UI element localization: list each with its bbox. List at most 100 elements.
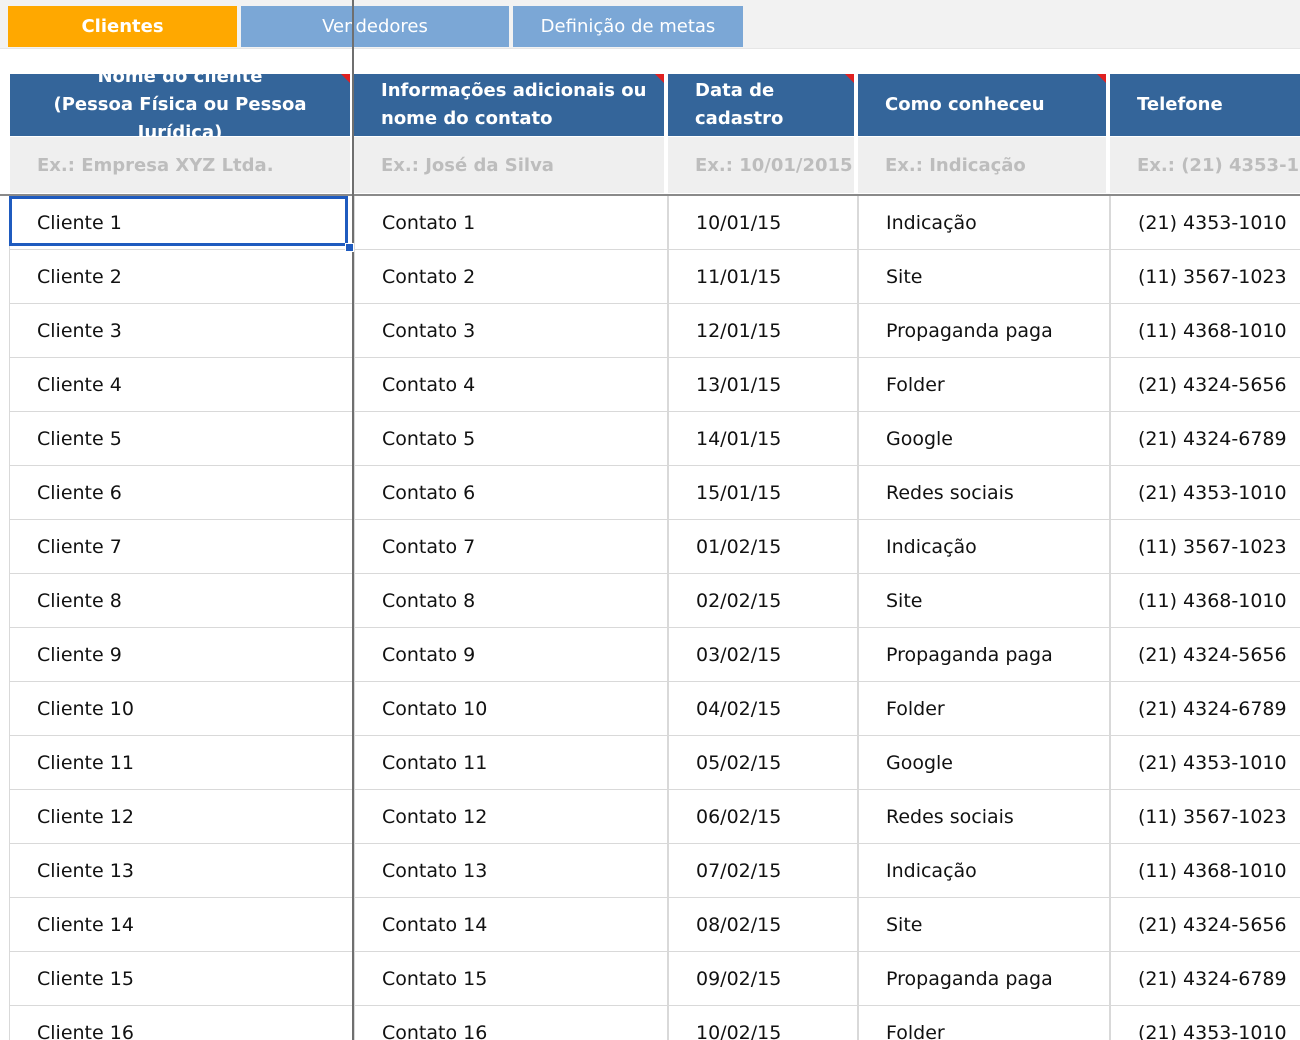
table-cell[interactable]: Propaganda paga [857, 304, 1111, 358]
table-cell[interactable]: 14/01/15 [667, 412, 859, 466]
table-cell[interactable]: Indicação [857, 520, 1111, 574]
table-cell[interactable]: 09/02/15 [667, 952, 859, 1006]
table-cell[interactable]: Contato 1 [354, 196, 668, 250]
header-label: Telefone [1137, 94, 1223, 115]
table-cell[interactable]: (11) 4368-1010 [1109, 304, 1300, 358]
table-cell[interactable]: (11) 3567-1023 [1109, 250, 1300, 304]
table-cell[interactable]: Contato 13 [354, 844, 668, 898]
table-cell[interactable]: Cliente 16 [9, 1006, 353, 1040]
example-cell[interactable]: Ex.: (21) 4353-1010 [1110, 137, 1300, 193]
comment-marker-icon[interactable] [1097, 74, 1106, 83]
table-cell[interactable]: Contato 9 [354, 628, 668, 682]
table-cell[interactable]: Cliente 14 [9, 898, 353, 952]
column-header-nome-do-cliente[interactable]: Nome do cliente (Pessoa Física ou Pessoa… [10, 66, 350, 143]
table-cell[interactable]: 08/02/15 [667, 898, 859, 952]
table-cell[interactable]: Cliente 15 [9, 952, 353, 1006]
table-cell[interactable]: 15/01/15 [667, 466, 859, 520]
example-cell[interactable]: Ex.: 10/01/2015 [668, 137, 854, 193]
table-cell[interactable]: (21) 4324-5656 [1109, 628, 1300, 682]
table-cell[interactable]: Cliente 13 [9, 844, 353, 898]
header-line: Nome do cliente [97, 66, 263, 87]
table-cell[interactable]: Cliente 12 [9, 790, 353, 844]
table-cell[interactable]: (21) 4324-6789 [1109, 952, 1300, 1006]
table-cell[interactable]: Propaganda paga [857, 952, 1111, 1006]
table-cell[interactable]: Cliente 11 [9, 736, 353, 790]
table-cell[interactable]: Folder [857, 682, 1111, 736]
table-cell[interactable]: Site [857, 250, 1111, 304]
table-cell[interactable]: (21) 4324-5656 [1109, 358, 1300, 412]
table-cell[interactable]: Contato 12 [354, 790, 668, 844]
comment-marker-icon[interactable] [341, 74, 350, 83]
table-cell[interactable]: (21) 4353-1010 [1109, 466, 1300, 520]
table-cell[interactable]: 05/02/15 [667, 736, 859, 790]
table-cell[interactable]: (11) 3567-1023 [1109, 790, 1300, 844]
column-header-telefone[interactable]: Telefone [1110, 74, 1300, 136]
table-cell[interactable]: (21) 4353-1010 [1109, 1006, 1300, 1040]
table-cell[interactable]: Indicação [857, 196, 1111, 250]
table-row: Cliente 1 Contato 1 10/01/15 Indicação (21) … [0, 196, 1300, 250]
table-cell[interactable]: Contato 6 [354, 466, 668, 520]
table-cell[interactable]: Contato 5 [354, 412, 668, 466]
table-cell[interactable]: 02/02/15 [667, 574, 859, 628]
table-cell[interactable]: (21) 4324-5656 [1109, 898, 1300, 952]
table-cell[interactable]: Contato 8 [354, 574, 668, 628]
table-cell[interactable]: Contato 14 [354, 898, 668, 952]
table-cell[interactable]: Cliente 8 [9, 574, 353, 628]
table-cell[interactable]: 10/02/15 [667, 1006, 859, 1040]
table-cell[interactable]: Contato 16 [354, 1006, 668, 1040]
example-cell[interactable]: Ex.: Indicação [858, 137, 1106, 193]
comment-marker-icon[interactable] [845, 74, 854, 83]
table-cell[interactable]: 13/01/15 [667, 358, 859, 412]
table-cell[interactable]: Google [857, 736, 1111, 790]
table-cell[interactable]: Contato 4 [354, 358, 668, 412]
table-cell[interactable]: 06/02/15 [667, 790, 859, 844]
table-cell[interactable]: Contato 3 [354, 304, 668, 358]
table-cell[interactable]: (21) 4324-6789 [1109, 412, 1300, 466]
table-cell[interactable]: 10/01/15 [667, 196, 859, 250]
table-cell[interactable]: Folder [857, 358, 1111, 412]
table-cell[interactable]: Contato 11 [354, 736, 668, 790]
table-cell[interactable]: (21) 4353-1010 [1109, 736, 1300, 790]
table-cell[interactable]: 12/01/15 [667, 304, 859, 358]
table-cell[interactable]: Indicação [857, 844, 1111, 898]
table-cell[interactable]: Cliente 1 [9, 196, 353, 250]
table-cell[interactable]: Cliente 3 [9, 304, 353, 358]
table-cell[interactable]: Contato 2 [354, 250, 668, 304]
column-header-informacoes-adicionais[interactable]: Informações adicionais ou nome do contat… [354, 74, 664, 136]
table-cell[interactable]: Cliente 10 [9, 682, 353, 736]
table-cell[interactable]: Redes sociais [857, 466, 1111, 520]
table-cell[interactable]: Cliente 9 [9, 628, 353, 682]
table-cell[interactable]: Site [857, 574, 1111, 628]
table-cell[interactable]: Cliente 5 [9, 412, 353, 466]
table-cell[interactable]: Redes sociais [857, 790, 1111, 844]
table-cell[interactable]: (11) 3567-1023 [1109, 520, 1300, 574]
tab-clientes[interactable]: Clientes [8, 6, 237, 47]
column-header-data-de-cadastro[interactable]: Data de cadastro [668, 74, 854, 136]
example-cell[interactable]: Ex.: José da Silva [354, 137, 664, 193]
table-cell[interactable]: Contato 10 [354, 682, 668, 736]
table-cell[interactable]: Contato 7 [354, 520, 668, 574]
comment-marker-icon[interactable] [655, 74, 664, 83]
table-cell[interactable]: Cliente 6 [9, 466, 353, 520]
table-cell[interactable]: 07/02/15 [667, 844, 859, 898]
column-header-como-conheceu[interactable]: Como conheceu [858, 74, 1106, 136]
table-cell[interactable]: Cliente 2 [9, 250, 353, 304]
table-cell[interactable]: Cliente 4 [9, 358, 353, 412]
table-cell[interactable]: (21) 4324-6789 [1109, 682, 1300, 736]
table-cell[interactable]: Propaganda paga [857, 628, 1111, 682]
table-cell[interactable]: (21) 4353-1010 [1109, 196, 1300, 250]
table-cell[interactable]: Folder [857, 1006, 1111, 1040]
table-cell[interactable]: Contato 15 [354, 952, 668, 1006]
table-cell[interactable]: (11) 4368-1010 [1109, 844, 1300, 898]
tab-definicao-de-metas[interactable]: Definição de metas [513, 6, 743, 47]
table-cell[interactable]: (11) 4368-1010 [1109, 574, 1300, 628]
table-cell[interactable]: 01/02/15 [667, 520, 859, 574]
table-cell[interactable]: 04/02/15 [667, 682, 859, 736]
table-cell[interactable]: 11/01/15 [667, 250, 859, 304]
table-cell[interactable]: Site [857, 898, 1111, 952]
table-cell[interactable]: Cliente 7 [9, 520, 353, 574]
tab-vendedores[interactable]: Vendedores [241, 6, 509, 47]
table-cell[interactable]: 03/02/15 [667, 628, 859, 682]
example-cell[interactable]: Ex.: Empresa XYZ Ltda. [10, 137, 350, 193]
table-cell[interactable]: Google [857, 412, 1111, 466]
